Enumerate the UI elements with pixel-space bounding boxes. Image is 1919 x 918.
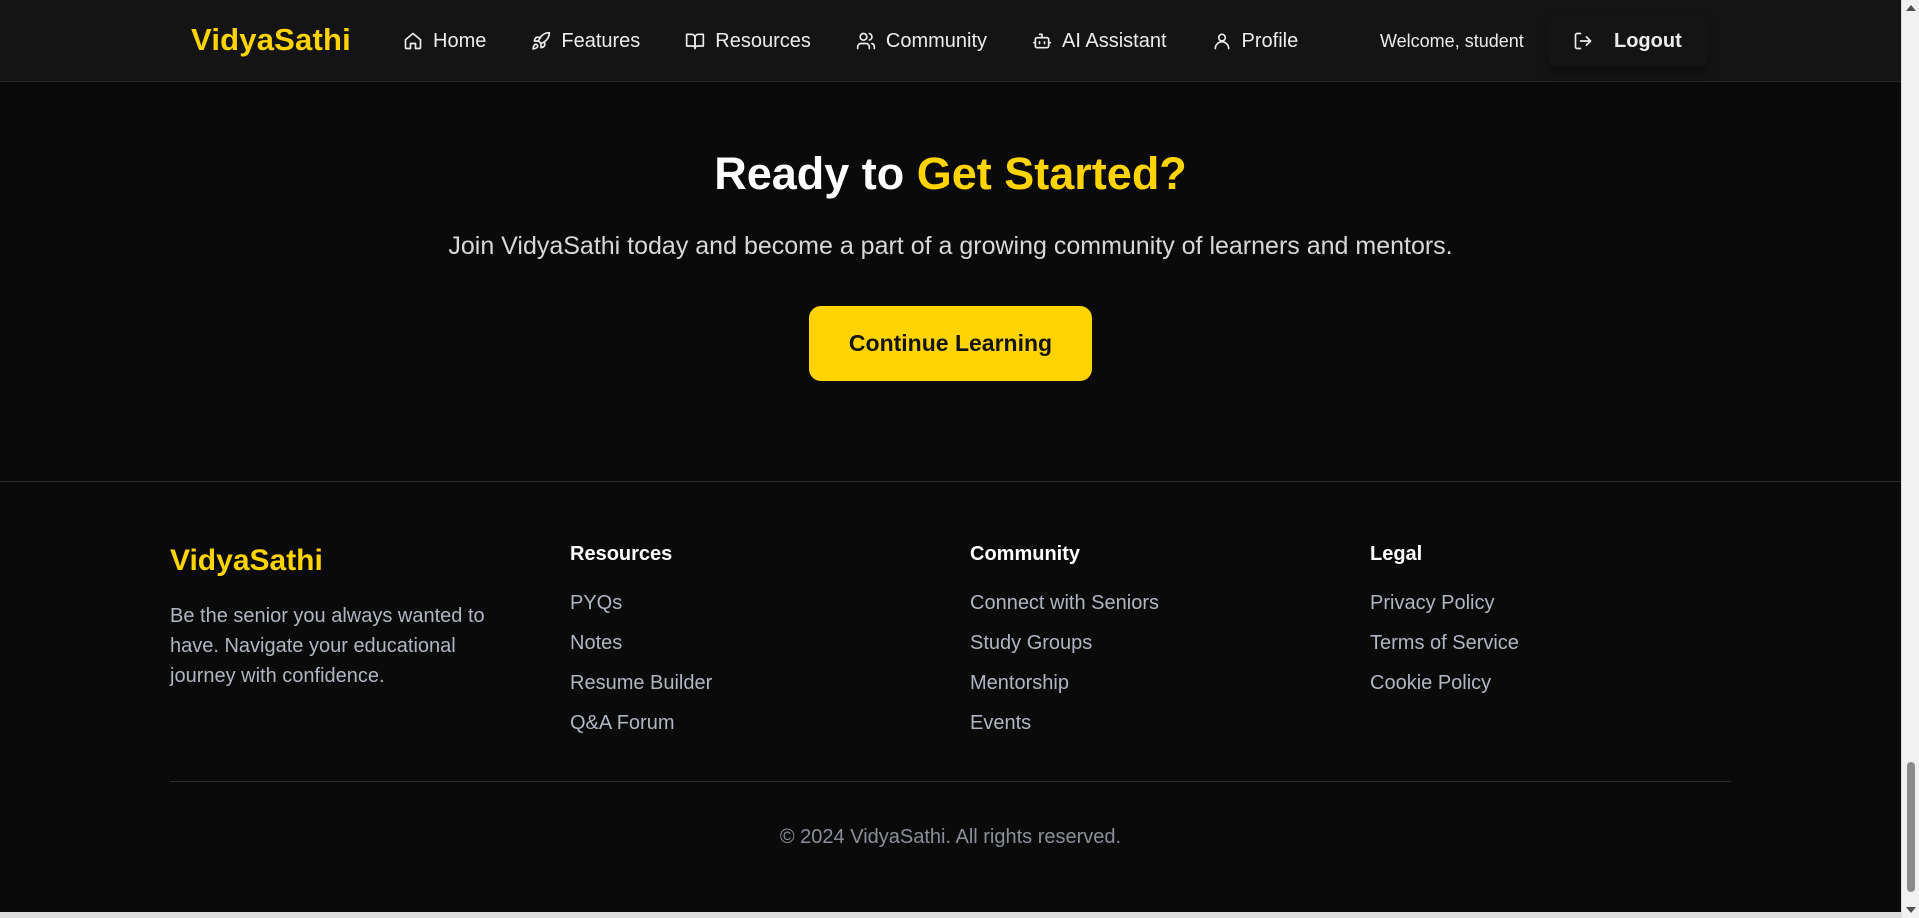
user-icon [1212,31,1232,51]
nav-links: Home Features Resources Community AI Ass… [403,26,1343,56]
footer-column-heading: Resources [570,543,673,565]
footer-brand[interactable]: VidyaSathi [170,544,323,578]
nav-item-label: Profile [1241,29,1299,52]
nav-item-label: Resources [715,29,811,52]
vertical-scrollbar[interactable] [1901,0,1919,918]
footer-divider [170,781,1731,782]
footer-link-study-groups[interactable]: Study Groups [970,623,1159,663]
footer-tagline: Be the senior you always wanted to have.… [170,605,485,687]
section-divider [0,481,1901,482]
footer-link-resume-builder[interactable]: Resume Builder [570,663,712,703]
nav-item-ai-assistant[interactable]: AI Assistant [1032,26,1167,56]
nav-item-profile[interactable]: Profile [1212,26,1299,56]
footer-column-legal: Legal Privacy Policy Terms of Service Co… [1370,543,1519,703]
top-navbar: VidyaSathi Home Features Resources Commu… [0,0,1901,82]
nav-item-features[interactable]: Features [531,26,640,56]
logout-icon [1573,31,1593,51]
footer-link-cookie-policy[interactable]: Cookie Policy [1370,663,1519,703]
scroll-down-arrow-icon[interactable] [1906,907,1916,913]
footer-link-qa-forum[interactable]: Q&A Forum [570,703,712,743]
footer-link-events[interactable]: Events [970,703,1159,743]
logout-label: Logout [1614,29,1682,52]
hero-subtitle: Join VidyaSathi today and become a part … [448,232,1453,260]
bot-icon [1032,31,1052,51]
hero-title-accent: Get Started? [916,148,1187,199]
footer-column-community: Community Connect with Seniors Study Gro… [970,543,1159,743]
home-icon [403,31,423,51]
nav-item-label: AI Assistant [1062,29,1167,52]
footer-link-connect-with-seniors[interactable]: Connect with Seniors [970,583,1159,623]
nav-item-label: Home [433,29,487,52]
nav-item-home[interactable]: Home [403,26,486,56]
users-icon [856,31,876,51]
footer-link-notes[interactable]: Notes [570,623,712,663]
book-open-icon [685,31,705,51]
nav-item-community[interactable]: Community [856,26,987,56]
window-bottom-edge [0,912,1901,918]
footer-link-privacy-policy[interactable]: Privacy Policy [1370,583,1519,623]
continue-learning-button[interactable]: Continue Learning [809,306,1092,381]
logout-button[interactable]: Logout [1548,16,1708,66]
footer-link-pyqs[interactable]: PYQs [570,583,712,623]
footer-column-heading: Legal [1370,543,1423,565]
welcome-text: Welcome, student [1380,31,1524,51]
footer-column-resources: Resources PYQs Notes Resume Builder Q&A … [570,543,712,743]
footer-link-mentorship[interactable]: Mentorship [970,663,1159,703]
footer-column-heading: Community [970,543,1080,565]
scrollbar-thumb[interactable] [1907,762,1915,892]
nav-item-label: Features [561,29,641,52]
nav-item-resources[interactable]: Resources [685,26,811,56]
hero-title: Ready to Get Started? [0,148,1901,200]
brand-logo[interactable]: VidyaSathi [191,22,351,58]
hero-title-prefix: Ready to [714,148,917,199]
nav-item-label: Community [885,29,988,52]
copyright-text: © 2024 VidyaSathi. All rights reserved. [779,826,1122,848]
page: VidyaSathi Home Features Resources Commu… [0,0,1919,918]
footer-link-terms-of-service[interactable]: Terms of Service [1370,623,1519,663]
scroll-up-arrow-icon[interactable] [1906,5,1916,11]
rocket-icon [531,31,551,51]
